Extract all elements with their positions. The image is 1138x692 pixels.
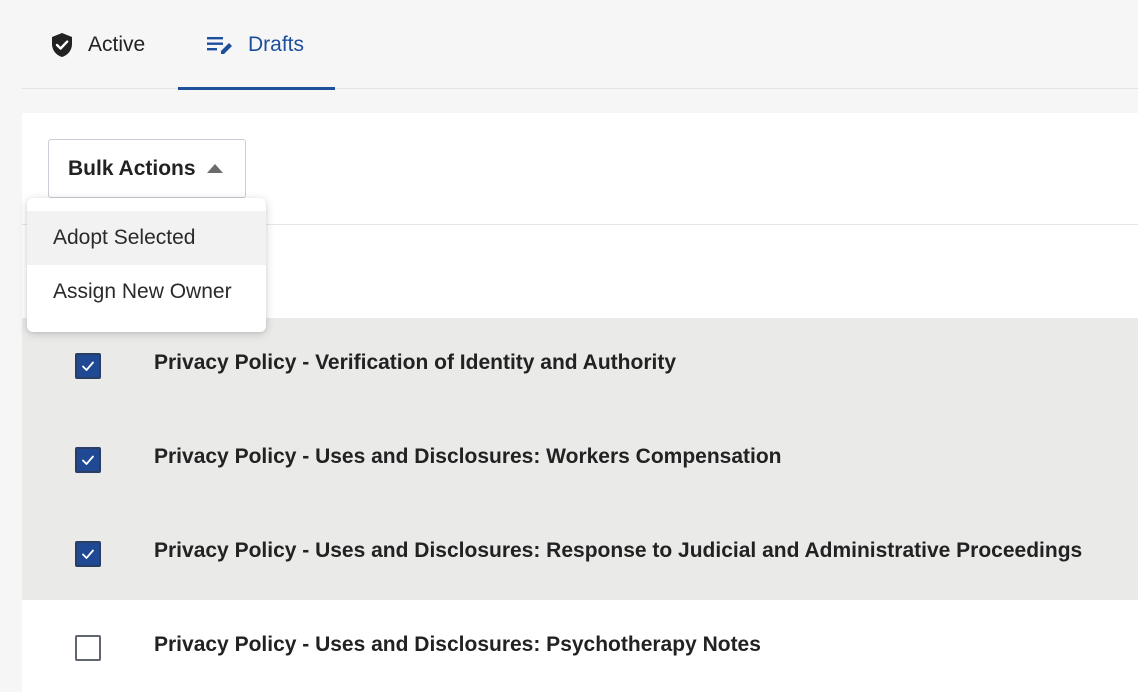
bulk-actions-label: Bulk Actions	[68, 156, 196, 180]
tab-active[interactable]: Active	[50, 0, 145, 89]
edit-list-icon	[206, 33, 234, 57]
table-row[interactable]: Privacy Policy - Verification of Identit…	[22, 318, 1138, 412]
bulk-actions-menu: Adopt Selected Assign New Owner	[27, 198, 266, 332]
menu-item-adopt-selected[interactable]: Adopt Selected	[27, 211, 266, 265]
row-checkbox[interactable]	[75, 635, 101, 661]
policy-list: Privacy Policy - Verification of Identit…	[22, 318, 1138, 692]
shield-check-icon	[50, 32, 74, 58]
table-row[interactable]: Privacy Policy - Uses and Disclosures: P…	[22, 600, 1138, 692]
check-icon	[82, 361, 94, 371]
row-title[interactable]: Privacy Policy - Uses and Disclosures: P…	[154, 633, 761, 657]
row-title[interactable]: Privacy Policy - Uses and Disclosures: W…	[154, 445, 782, 469]
row-title[interactable]: Privacy Policy - Verification of Identit…	[154, 351, 676, 375]
row-checkbox[interactable]	[75, 353, 101, 379]
check-icon	[82, 455, 94, 465]
check-icon	[82, 549, 94, 559]
page: Active Drafts Bulk Actions Privacy Polic…	[0, 0, 1138, 692]
caret-up-icon	[207, 164, 223, 173]
row-title[interactable]: Privacy Policy - Uses and Disclosures: R…	[154, 539, 1082, 563]
tab-active-label: Active	[88, 32, 146, 56]
tab-bar: Active Drafts	[22, 0, 1138, 90]
tab-drafts-label: Drafts	[248, 32, 305, 56]
bulk-actions-button[interactable]: Bulk Actions	[48, 139, 246, 198]
table-row[interactable]: Privacy Policy - Uses and Disclosures: R…	[22, 506, 1138, 600]
tab-drafts[interactable]: Drafts	[178, 0, 335, 90]
row-checkbox[interactable]	[75, 447, 101, 473]
table-row[interactable]: Privacy Policy - Uses and Disclosures: W…	[22, 412, 1138, 506]
menu-item-assign-new-owner[interactable]: Assign New Owner	[27, 265, 266, 319]
row-checkbox[interactable]	[75, 541, 101, 567]
